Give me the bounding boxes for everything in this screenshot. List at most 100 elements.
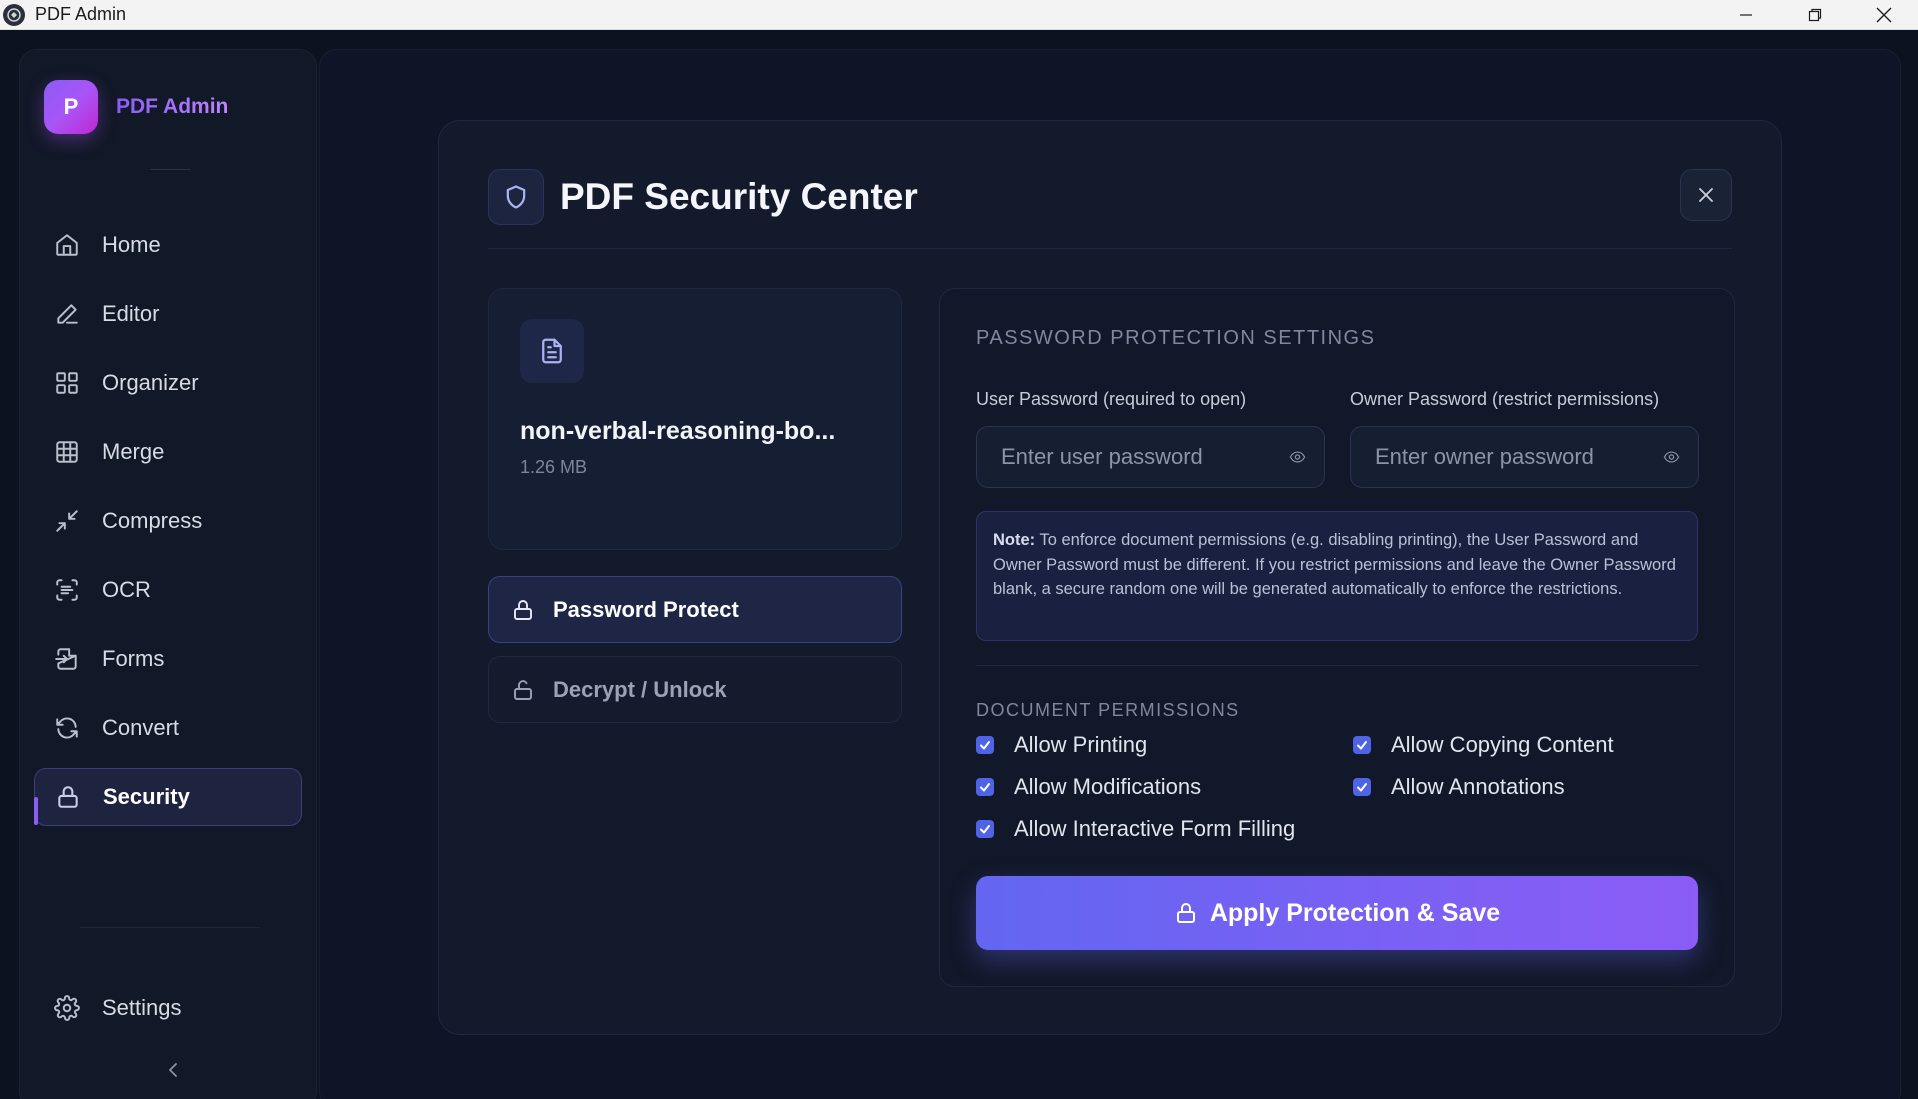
permission-label: Allow Printing [1014,732,1148,757]
permission-label: Allow Annotations [1391,774,1565,799]
document-icon [520,319,584,383]
unlock-icon [514,679,532,700]
permission-label: Allow Modifications [1014,774,1202,799]
user-password-field [976,426,1325,488]
sidebar-item-label: Home [102,232,161,257]
allow-printing-option[interactable]: Allow Printing [976,732,1147,758]
scan-text-icon [52,575,82,605]
divider [80,927,260,928]
permission-label: Allow Interactive Form Filling [1014,816,1296,841]
password-protect-tab[interactable]: Password Protect [488,576,902,643]
sidebar-item-home[interactable]: Home [34,216,302,274]
check-icon [980,825,990,834]
check-icon [1357,741,1367,750]
sidebar-item-label: Merge [102,439,165,464]
allow-annotations-option[interactable]: Allow Annotations [1353,774,1565,800]
note-prefix: Note: [993,531,1036,549]
tab-label: Password Protect [553,596,739,622]
checkbox-checked[interactable] [976,778,994,796]
owner-password-field [1350,426,1699,488]
permission-label: Allow Copying Content [1391,732,1614,757]
checkbox-checked[interactable] [1353,736,1371,754]
eye-icon[interactable] [1663,445,1680,469]
file-name: non-verbal-reasoning-bo... [520,417,836,445]
allow-form-filling-option[interactable]: Allow Interactive Form Filling [976,816,1295,842]
lock-icon [53,782,83,812]
owner-password-input[interactable] [1375,444,1663,470]
password-settings-panel: PASSWORD PROTECTION SETTINGS User Passwo… [939,288,1735,987]
decrypt-unlock-tab[interactable]: Decrypt / Unlock [488,656,902,723]
permissions-section-title: DOCUMENT PERMISSIONS [976,700,1240,720]
security-center-dialog: PDF Security Center non-verbal-reasoning… [438,120,1782,1035]
restore-icon [1808,8,1821,21]
allow-modifications-option[interactable]: Allow Modifications [976,774,1201,800]
shield-icon [488,169,544,225]
sidebar-item-label: Convert [102,715,180,740]
checkbox-checked[interactable] [976,820,994,838]
divider [150,169,190,170]
sidebar-item-convert[interactable]: Convert [34,699,302,757]
minimize-icon [1739,13,1752,16]
collapse-sidebar-button[interactable] [154,1050,194,1090]
sidebar-item-label: Compress [102,508,203,533]
form-import-icon [52,644,82,674]
check-icon [1357,783,1367,792]
password-section-title: PASSWORD PROTECTION SETTINGS [976,327,1376,349]
gear-icon [52,993,82,1023]
sidebar-item-label: OCR [102,577,151,602]
brand-logo: P [44,80,98,134]
table-icon [52,437,82,467]
divider [976,665,1698,666]
refresh-icon [52,713,82,743]
sidebar-item-label: Editor [102,301,160,326]
brand[interactable]: P PDF Admin [44,80,228,134]
sidebar-item-settings[interactable]: Settings [34,979,302,1037]
sidebar-item-label: Settings [102,995,182,1020]
eye-icon[interactable] [1289,445,1306,469]
checkbox-checked[interactable] [1353,778,1371,796]
sidebar-item-forms[interactable]: Forms [34,630,302,688]
sidebar-item-organizer[interactable]: Organizer [34,354,302,412]
lock-icon [1176,903,1195,923]
close-window-button[interactable] [1849,0,1918,30]
window-title: PDF Admin [35,4,127,24]
lock-icon [514,599,532,620]
dialog-header: PDF Security Center [488,169,1732,249]
pencil-icon [52,299,82,329]
apply-button-label: Apply Protection & Save [1209,898,1501,927]
sidebar-item-compress[interactable]: Compress [34,492,302,550]
close-icon [1699,188,1713,202]
check-icon [980,741,990,750]
sidebar-item-merge[interactable]: Merge [34,423,302,481]
sidebar-item-editor[interactable]: Editor [34,285,302,343]
sidebar-settings-wrapper: Settings [34,979,302,1048]
owner-password-label: Owner Password (restrict permissions) [1350,389,1660,409]
check-icon [980,783,990,792]
window-titlebar: PDF Admin [0,0,1918,30]
sidebar-item-label: Organizer [102,370,199,395]
sidebar-item-security[interactable]: Security [34,768,302,826]
apply-protection-button[interactable]: Apply Protection & Save [976,876,1698,950]
dialog-title: PDF Security Center [560,176,918,217]
brand-name: PDF Admin [116,95,229,118]
chevron-left-icon [169,1063,177,1077]
permissions-note: Note: To enforce document permissions (e… [976,511,1698,641]
checkbox-checked[interactable] [976,736,994,754]
note-text: To enforce document permissions (e.g. di… [993,531,1676,598]
sidebar-item-label: Security [103,784,190,809]
file-card: non-verbal-reasoning-bo... 1.26 MB [488,288,902,550]
tab-label: Decrypt / Unlock [553,676,727,702]
sidebar: P PDF Admin Home Editor Organizer Merge … [19,49,317,1099]
sidebar-nav: Home Editor Organizer Merge Compress OCR… [34,216,302,837]
grid-icon [52,368,82,398]
allow-copying-option[interactable]: Allow Copying Content [1353,732,1614,758]
user-password-input[interactable] [1001,444,1289,470]
app-icon [3,3,25,26]
home-icon [52,230,82,260]
close-icon [1876,7,1891,22]
restore-button[interactable] [1780,0,1849,30]
sidebar-item-ocr[interactable]: OCR [34,561,302,619]
minimize-button[interactable] [1711,0,1780,30]
close-dialog-button[interactable] [1680,169,1732,221]
sidebar-item-label: Forms [102,646,165,671]
